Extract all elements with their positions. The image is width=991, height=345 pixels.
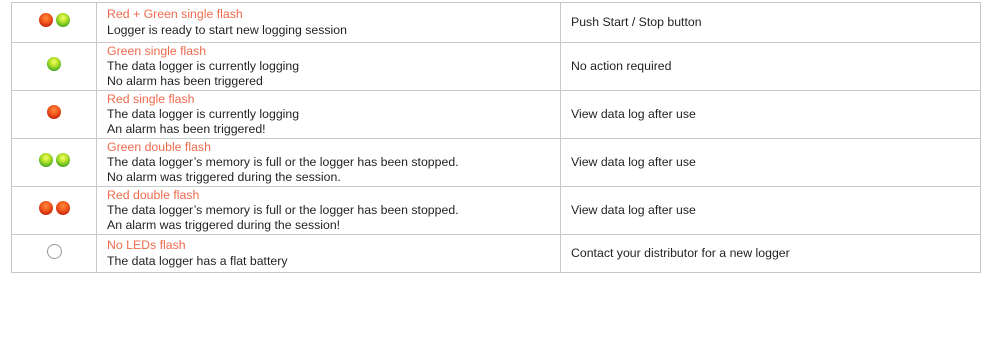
led-indicator-cell [11, 42, 97, 91]
led-indicator-cell [11, 138, 97, 187]
table-row: No LEDs flash The data logger has a flat… [11, 234, 981, 273]
led-indicator [38, 13, 70, 28]
description-cell: Red double flash The data logger’s memor… [96, 186, 561, 235]
description-line: The data logger is currently logging [107, 106, 300, 121]
description-cell: No LEDs flash The data logger has a flat… [96, 234, 561, 273]
description-line: The data logger’s memory is full or the … [107, 154, 459, 169]
green-led-icon [55, 13, 70, 28]
led-off-icon [46, 243, 62, 259]
table-row: Green single flash The data logger is cu… [11, 42, 981, 91]
table-row: Green double flash The data logger’s mem… [11, 138, 981, 187]
flash-mode-label: Green single flash [107, 43, 207, 58]
led-indicator [38, 201, 70, 216]
led-indicator [47, 57, 61, 72]
description-cell: Green single flash The data logger is cu… [96, 42, 561, 91]
red-led-icon [55, 201, 70, 216]
description-line: The data logger is currently logging [107, 58, 300, 73]
led-indicator-cell [11, 2, 97, 43]
led-indicator [38, 153, 70, 168]
description-cell: Green double flash The data logger’s mem… [96, 138, 561, 187]
led-indicator [46, 243, 62, 259]
green-led-icon [55, 153, 70, 168]
red-led-icon [38, 201, 53, 216]
led-indicator [47, 105, 61, 120]
description-line: No alarm has been triggered [107, 74, 263, 89]
red-led-icon [47, 105, 61, 120]
led-indicator-cell [11, 234, 97, 273]
action-cell: View data log after use [560, 90, 981, 139]
flash-mode-label: Red + Green single flash [107, 7, 243, 22]
led-indicator-cell [11, 186, 97, 235]
description-line: An alarm was triggered during the sessio… [107, 218, 341, 233]
description-line: An alarm has been triggered! [107, 122, 266, 137]
action-cell: View data log after use [560, 138, 981, 187]
flash-mode-label: Red single flash [107, 91, 195, 106]
led-indicator-cell [11, 90, 97, 139]
green-led-icon [38, 153, 53, 168]
table-row: Red double flash The data logger’s memor… [11, 186, 981, 235]
flash-mode-label: Red double flash [107, 187, 200, 202]
flash-mode-label: Green double flash [107, 139, 211, 154]
description-cell: Red + Green single flash Logger is ready… [96, 2, 561, 43]
action-cell: Contact your distributor for a new logge… [560, 234, 981, 273]
led-status-table: Red + Green single flash Logger is ready… [11, 2, 981, 273]
description-cell: Red single flash The data logger is curr… [96, 90, 561, 139]
description-line: The data logger’s memory is full or the … [107, 202, 459, 217]
description-line: Logger is ready to start new logging ses… [107, 22, 347, 37]
description-line: The data logger has a flat battery [107, 253, 288, 268]
action-cell: View data log after use [560, 186, 981, 235]
table-row: Red single flash The data logger is curr… [11, 90, 981, 139]
red-led-icon [38, 13, 53, 28]
action-cell: No action required [560, 42, 981, 91]
table-row: Red + Green single flash Logger is ready… [11, 2, 981, 43]
green-led-icon [47, 57, 61, 72]
flash-mode-label: No LEDs flash [107, 238, 186, 253]
description-line: No alarm was triggered during the sessio… [107, 170, 341, 185]
action-cell: Push Start / Stop button [560, 2, 981, 43]
